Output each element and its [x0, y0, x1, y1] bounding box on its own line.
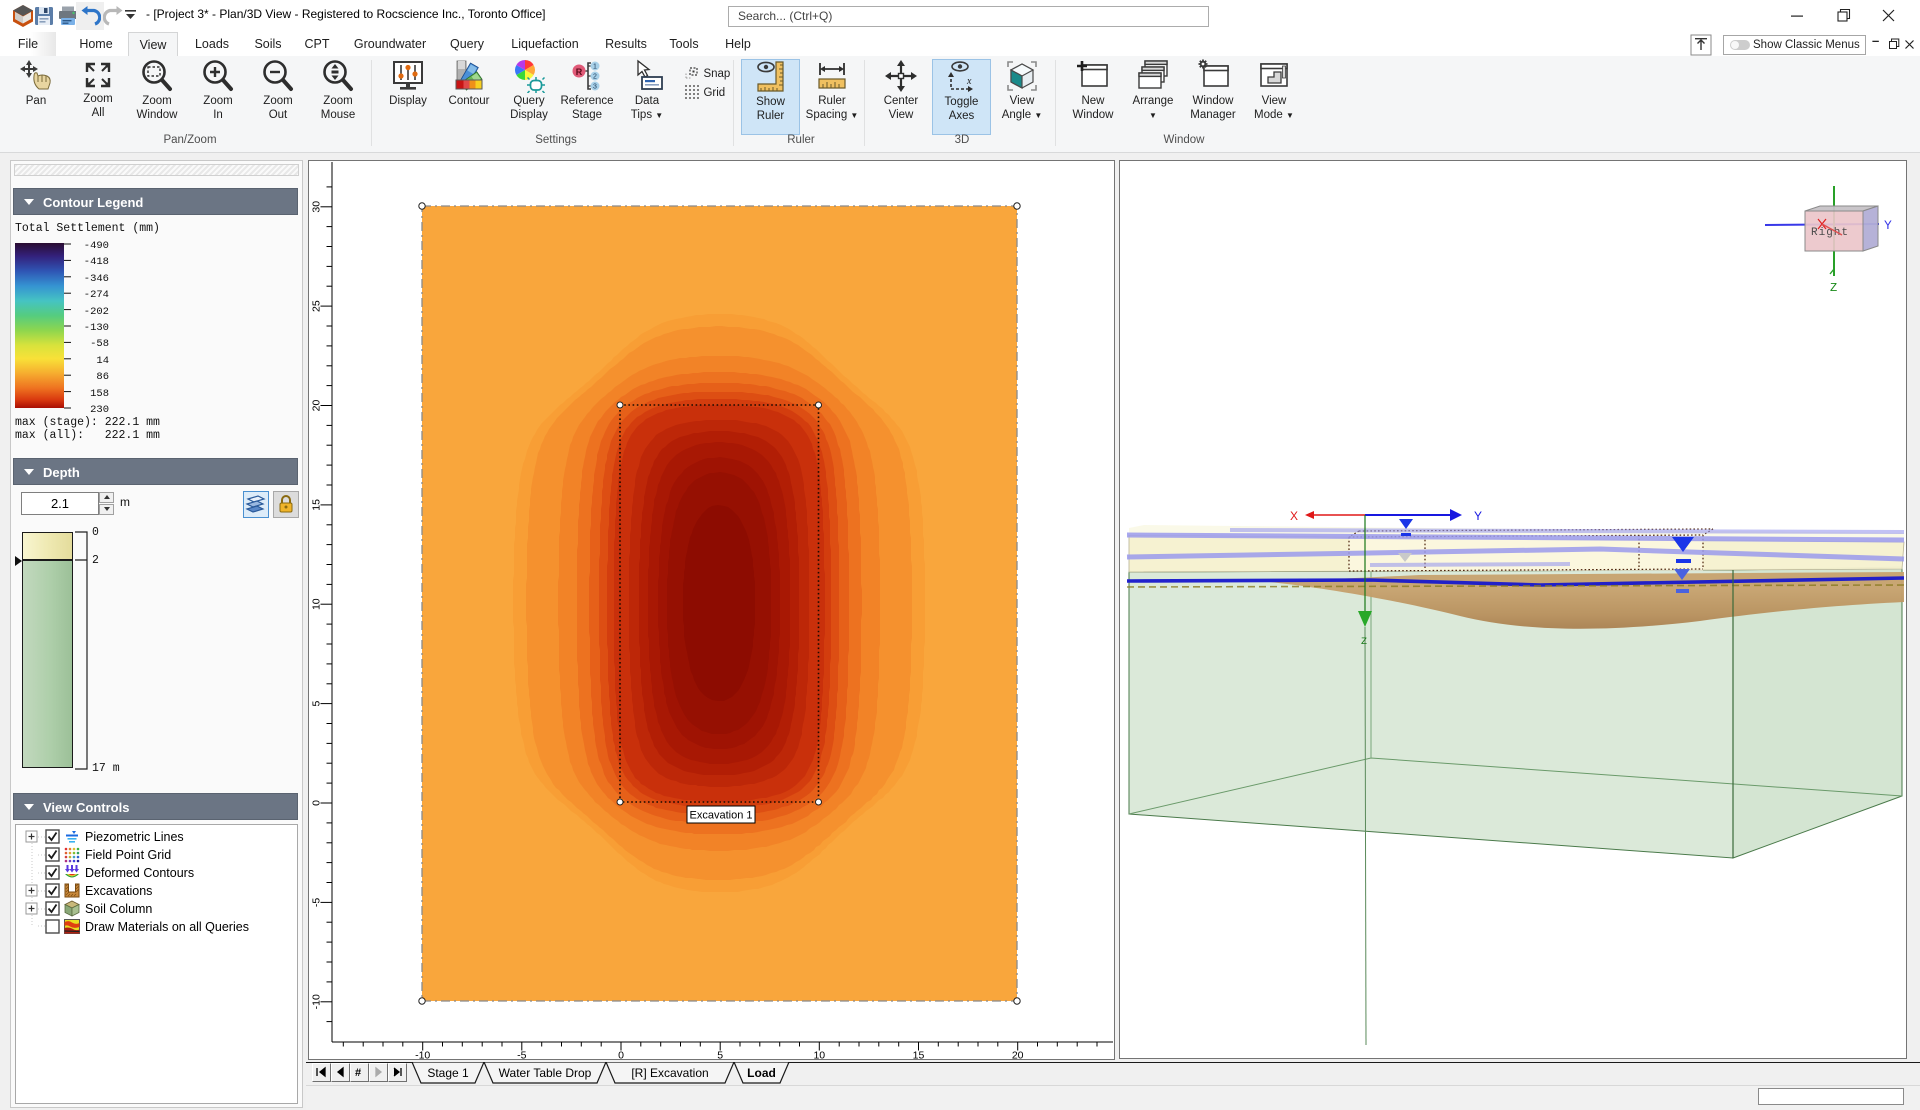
svg-text:-5: -5: [311, 898, 323, 907]
svg-text:10: 10: [311, 598, 323, 610]
svg-text:25: 25: [311, 300, 323, 312]
svg-text:-10: -10: [311, 994, 323, 1009]
svg-text:10: 10: [813, 1050, 825, 1060]
svg-text:3: 3: [593, 84, 597, 91]
svg-text:5: 5: [717, 1050, 723, 1060]
svg-text:Y: Y: [1474, 509, 1482, 523]
svg-text:Z: Z: [1361, 637, 1367, 648]
svg-text:0: 0: [618, 1050, 624, 1060]
svg-text:Water Table Drop: Water Table Drop: [499, 1066, 592, 1080]
svg-text:[R] Excavation: [R] Excavation: [631, 1066, 708, 1080]
svg-text:#: #: [355, 1067, 361, 1079]
svg-text:15: 15: [311, 499, 323, 511]
svg-text:Z: Z: [1830, 281, 1837, 295]
svg-text:X: X: [1290, 509, 1298, 523]
svg-text:Excavations: Excavations: [85, 884, 152, 898]
svg-text:Draw Materials on all Queries: Draw Materials on all Queries: [85, 920, 249, 934]
svg-text:5: 5: [311, 701, 323, 707]
svg-text:Load: Load: [747, 1066, 776, 1080]
svg-text:20: 20: [1012, 1050, 1024, 1060]
svg-text:Deformed Contours: Deformed Contours: [85, 866, 194, 880]
svg-text:Stage 1: Stage 1: [427, 1066, 469, 1080]
svg-text:R: R: [576, 67, 583, 77]
svg-text:Piezometric Lines: Piezometric Lines: [85, 830, 184, 844]
svg-text:Soil Column: Soil Column: [85, 902, 152, 916]
svg-text:-5: -5: [517, 1050, 526, 1060]
svg-text:x: x: [966, 76, 972, 87]
svg-text:30: 30: [311, 201, 323, 213]
svg-text:2: 2: [593, 74, 597, 81]
svg-text:Field Point Grid: Field Point Grid: [85, 848, 171, 862]
svg-text:Y: Y: [1884, 218, 1892, 233]
svg-text:-10: -10: [415, 1050, 430, 1060]
svg-text:20: 20: [311, 400, 323, 412]
svg-text:0: 0: [311, 800, 323, 806]
svg-text:Excavation 1: Excavation 1: [690, 810, 753, 822]
svg-text:1: 1: [593, 64, 597, 71]
svg-text:15: 15: [913, 1050, 925, 1060]
